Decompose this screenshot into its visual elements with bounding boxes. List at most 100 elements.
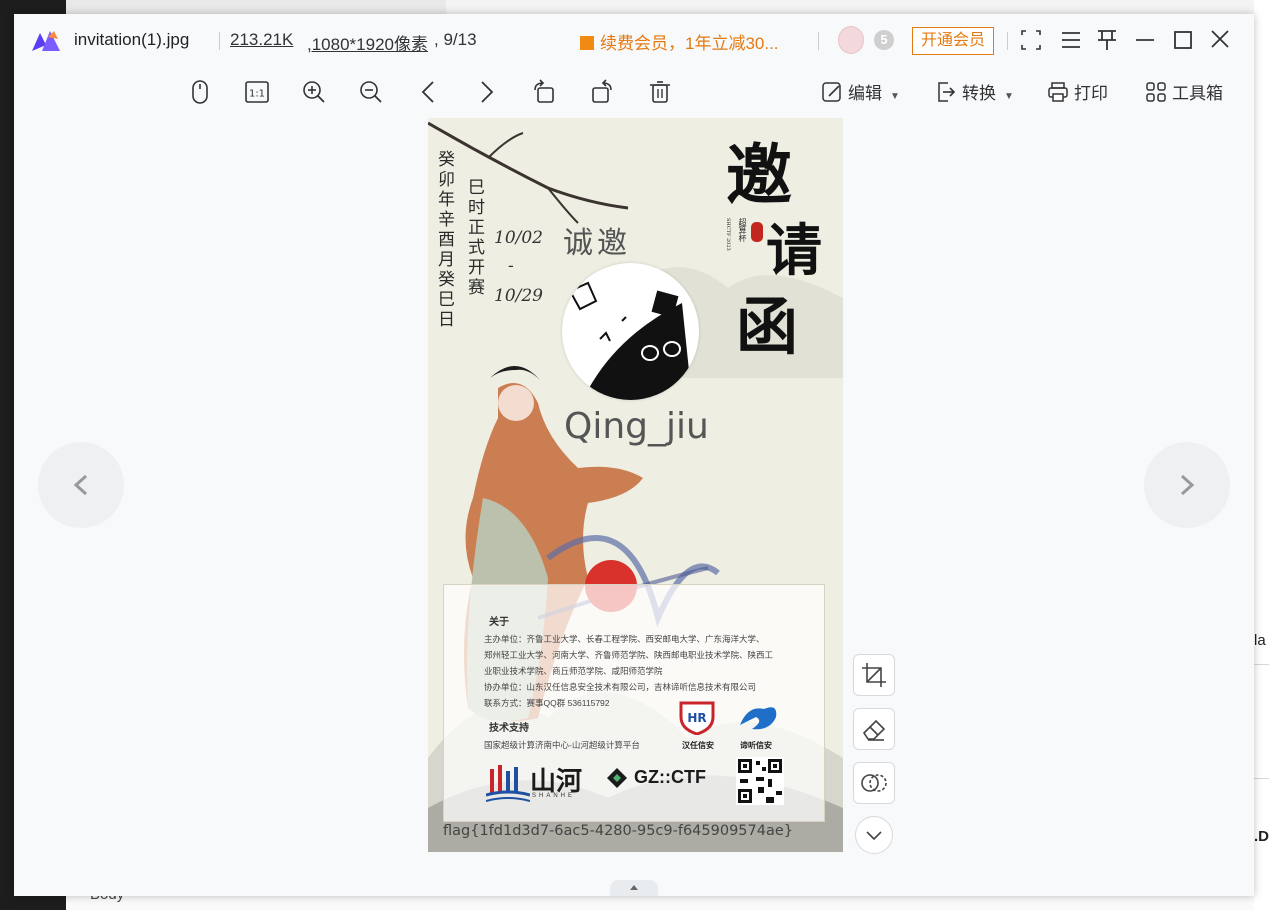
rotate-left-icon[interactable] [530,78,558,106]
about-title: 关于 [489,617,509,628]
previous-image-button[interactable] [38,442,124,528]
diting-logo-icon [740,707,777,730]
toolbox-button[interactable]: 工具箱 [1144,80,1223,108]
tech-support-line: 国家超级计算济南中心-山河超级计算平台 [484,740,640,750]
title-separator [818,32,819,50]
red-seal-stamp [751,222,763,242]
toolbox-grid-icon [1146,82,1166,102]
start-time-text: 巳时正式开赛 [464,178,484,298]
sponsor-hanren-label: 汉任信安 [682,741,714,750]
gzctf-logo-text: GZ::CTF [634,767,706,787]
convert-menu-button[interactable]: 转换 ▼ [934,80,1014,108]
gzctf-logo-icon [607,768,627,788]
toolbox-label: 工具箱 [1172,84,1223,103]
hr-shield-logo-icon: HR [679,701,715,735]
minimize-icon[interactable] [1132,26,1158,54]
close-icon[interactable] [1207,26,1233,54]
about-line: 郑州轻工业大学、河南大学、齐鲁师范学院、陕西邮电职业技术学院、陕西工 [484,650,774,660]
next-image-button[interactable] [1144,442,1230,528]
invitation-title-char-2: 请 [766,218,822,284]
title-separator [1007,32,1008,50]
calendar-date-text: 癸卯年辛酉月癸巳日 [434,150,454,330]
edit-menu-button[interactable]: 编辑 ▼ [820,80,900,108]
background-text-fragment: .D [1254,828,1269,845]
edit-icon [822,82,841,102]
background-window-bottom [66,896,1254,910]
background-text-fragment: la [1254,632,1266,649]
chevron-up-icon [630,885,638,890]
about-info-panel: 关于 主办单位：齐鲁工业大学、长春工程学院、西安邮电大学、广东海洋大学、 郑州轻… [443,584,825,822]
about-line: 主办单位：齐鲁工业大学、长春工程学院、西安邮电大学、广东海洋大学、 [484,634,765,644]
actual-size-icon[interactable]: 1:1 [243,78,271,106]
invitation-title-char-3: 函 [736,290,799,363]
open-vip-button[interactable]: 开通会员 [912,27,994,55]
sincerely-invite-text: 诚邀 [563,226,631,261]
background-divider [1254,664,1269,665]
file-size-link[interactable]: 213.21K [230,30,293,50]
convert-label: 转换 [962,84,996,103]
image-viewer-window: invitation(1).jpg 213.21K ,1080*1920像素 ,… [14,14,1254,896]
cutout-tool-button[interactable] [853,762,895,804]
fullscreen-icon[interactable] [1018,26,1044,54]
viewer-toolbar: 1:1 编辑 ▼ 转换 ▼ 打印 工具箱 [14,74,1254,114]
svg-text:1:1: 1:1 [249,89,265,100]
hr-logo-text: HR [687,711,706,725]
background-divider [1254,778,1269,779]
about-line: 联系方式：赛事QQ群 536115792 [484,698,610,708]
renew-vip-promo[interactable]: 续费会员，1年立减30... [580,29,779,54]
invitation-image: 癸卯年辛酉月癸巳日 巳时正式开赛 10/02 - 10/29 诚邀 邀 请 函 … [428,118,843,852]
date-dash: - [508,256,514,276]
cutout-icon [861,774,887,792]
image-dimensions-link[interactable]: ,1080*1920像素 [307,30,428,55]
chevron-down-icon: ▼ [1004,91,1014,102]
print-icon [1048,82,1068,102]
convert-icon [938,82,956,102]
qr-code-icon [736,757,784,805]
background-window-right-edge: la .D [1254,0,1269,910]
more-tools-button[interactable] [855,816,893,854]
end-date: 10/29 [494,286,543,306]
tech-support-title: 技术支持 [489,723,529,734]
promo-text: 续费会员，1年立减30... [600,34,779,53]
sponsor-diting-label: 谛听信安 [740,741,772,750]
file-name: invitation(1).jpg [74,30,190,49]
pin-icon[interactable] [1094,26,1120,54]
start-date: 10/02 [494,228,543,248]
previous-icon[interactable] [415,78,443,106]
about-line: 业职业技术学院、商丘师范学院、咸阳师范学院 [484,666,663,676]
shanhe-logo-subtext: SHANHE [532,793,576,799]
seal-text: 超算杯 [738,218,747,242]
mouse-icon[interactable] [186,78,214,106]
chevron-down-icon [866,831,882,841]
black-cat-avatar-icon [568,281,692,400]
chevron-left-icon [73,474,88,496]
about-line: 协办单位：山东汉任信息安全技术有限公司，吉林谛听信息技术有限公司 [484,682,757,692]
crop-icon [862,663,886,687]
print-label: 打印 [1074,84,1108,103]
zoom-out-icon[interactable] [357,78,385,106]
page-index: , 9/13 [434,30,477,49]
background-window-tabstrip [446,0,1269,15]
user-avatar[interactable] [838,26,864,54]
speaker-icon [580,36,594,50]
eraser-icon [862,719,886,741]
title-separator [219,32,220,50]
title-bar: invitation(1).jpg 213.21K ,1080*1920像素 ,… [14,14,1254,66]
thumbnail-panel-toggle[interactable] [610,880,658,896]
crop-tool-button[interactable] [853,654,895,696]
profile-avatar-circle [562,263,699,400]
print-button[interactable]: 打印 [1046,80,1108,108]
zoom-in-icon[interactable] [300,78,328,106]
vip-level-icon[interactable]: 5 [874,30,894,50]
delete-icon[interactable] [646,78,674,106]
chevron-down-icon: ▼ [890,91,900,102]
shanhe-logo-icon [486,765,530,802]
rotate-right-icon[interactable] [588,78,616,106]
eraser-tool-button[interactable] [853,708,895,750]
chevron-right-icon [1180,474,1195,496]
maximize-icon[interactable] [1170,26,1196,54]
seal-subtext: SHCTF 2023 [725,218,731,251]
invitation-title-char-1: 邀 [726,136,792,214]
menu-icon[interactable] [1058,26,1084,54]
next-icon[interactable] [472,78,500,106]
